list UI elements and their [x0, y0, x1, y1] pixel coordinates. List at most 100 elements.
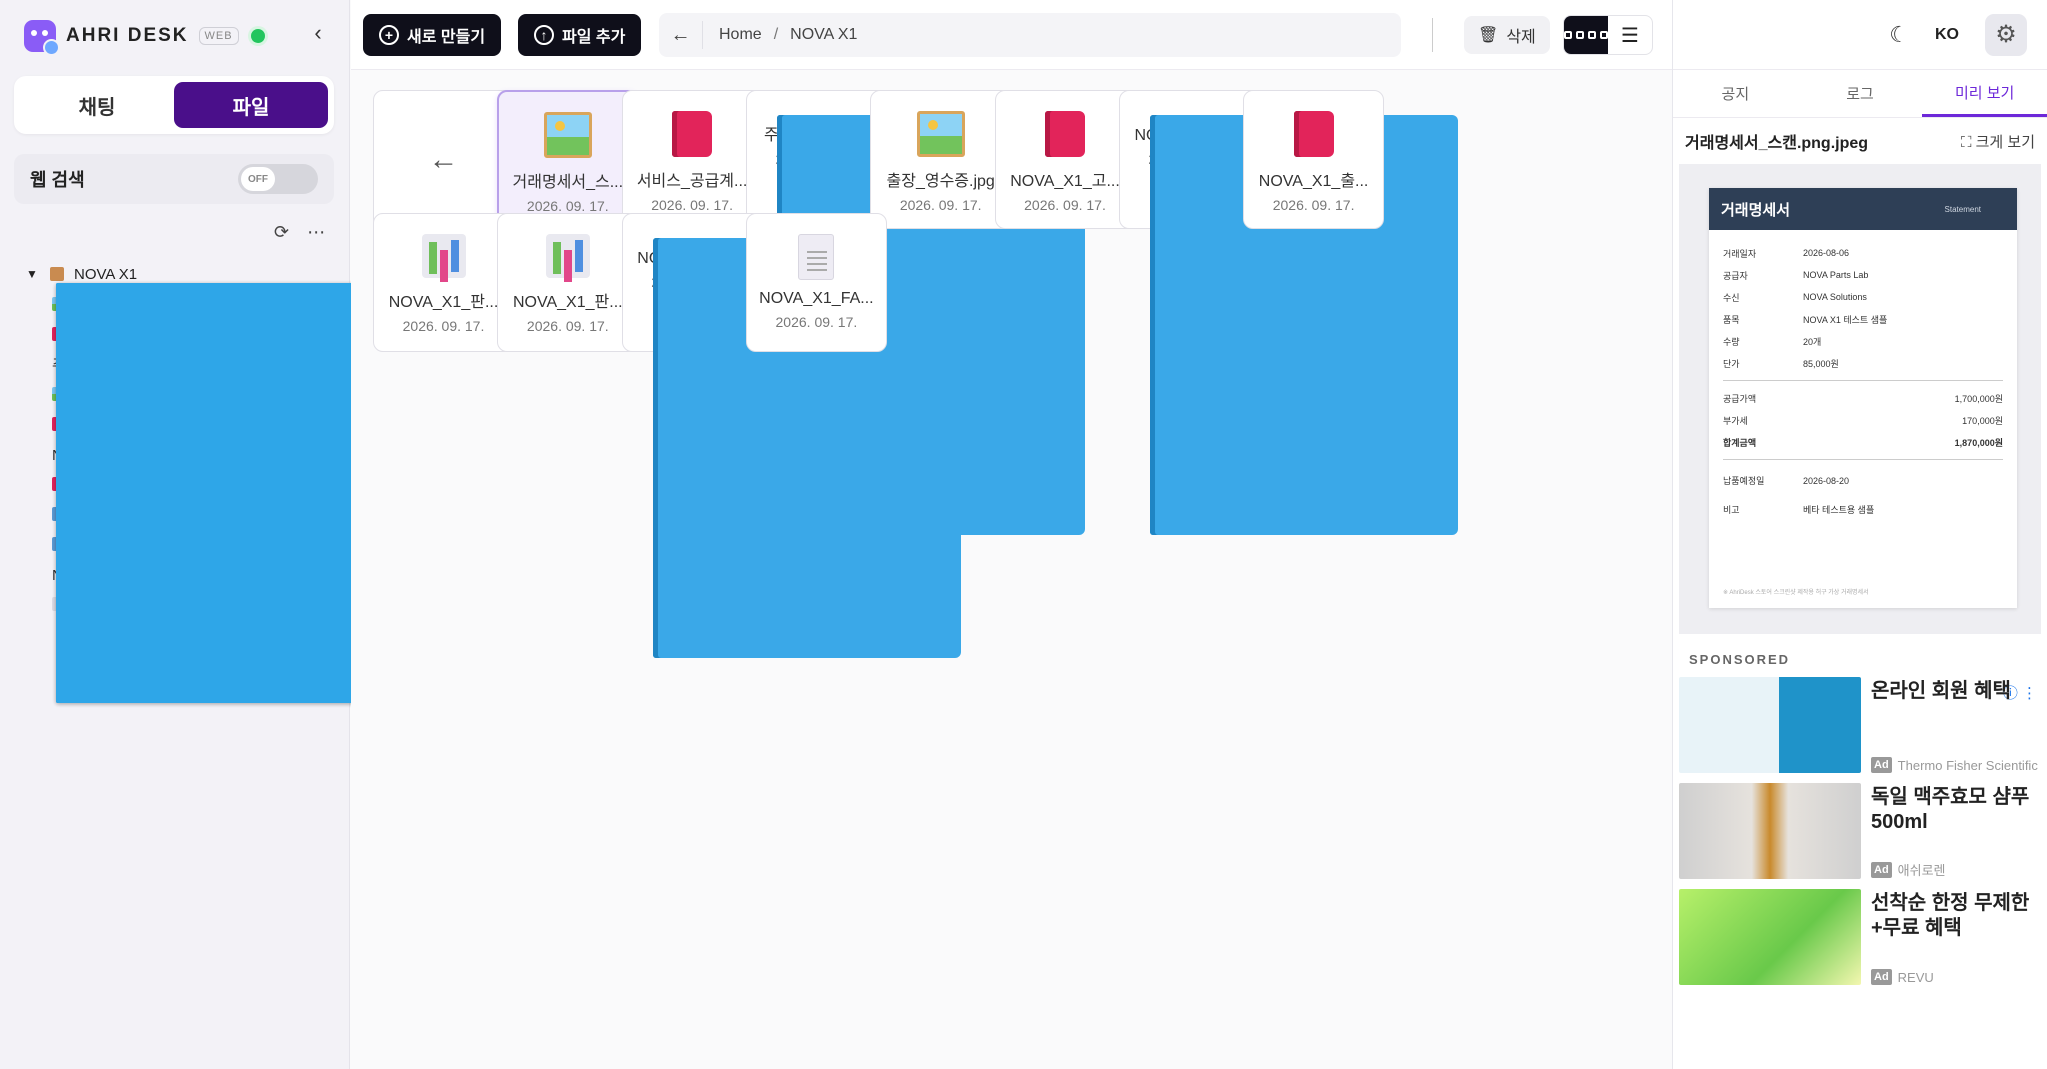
- file-card[interactable]: NOVA_X1_판... 2026. 09. 17.: [497, 213, 639, 352]
- list-view-icon[interactable]: ☰: [1608, 16, 1652, 54]
- ad-source: Ad 애쉬로렌: [1871, 860, 2041, 879]
- file-card[interactable]: NOVA_X1_프...2026. 09. 17.: [621, 213, 961, 658]
- ad-title[interactable]: 독일 맥주효모 샴푸 500ml: [1871, 785, 2041, 835]
- web-search-label: 웹 검색: [30, 170, 85, 190]
- file-card[interactable]: 거래명세서_스... 2026. 09. 17.: [497, 90, 639, 229]
- file-card[interactable]: 주간회의록_2...2026. 09. 17.: [745, 90, 1085, 535]
- ad-title[interactable]: 온라인 회원 혜택: [1871, 679, 2041, 704]
- breadcrumb: ← Home / NOVA X1: [659, 13, 1401, 57]
- back-arrow-icon[interactable]: ←: [659, 21, 703, 49]
- file-tree: ▼ NOVA X1 거래명세서_스캔.png.jpeg서비스_공급계약서.pdf…: [26, 259, 364, 703]
- file-grid: ← 거래명세서_스... 2026. 09. 17. 서비스_공급계... 2026.…: [351, 71, 1672, 1069]
- right-panel: ☾ KO ⚙ 공지 로그 미리 보기 거래명세서_스캔.png.jpeg ⛶ 크…: [1672, 0, 2047, 1069]
- breadcrumb-home[interactable]: Home: [719, 26, 762, 44]
- online-status-icon: [250, 29, 265, 43]
- refresh-icon[interactable]: ⟳: [274, 222, 289, 243]
- file-card-date: 2026. 09. 17.: [402, 318, 485, 334]
- doc-row: 단가 85,000원: [1709, 352, 2017, 374]
- ad-source-name: 애쉬로렌: [1897, 863, 1946, 878]
- doc-subtitle: Statement: [1944, 204, 1981, 214]
- doc-value: 베타 테스트용 샘플: [1803, 505, 1875, 515]
- doc-value: 1,700,000원: [1954, 393, 2003, 404]
- ad-text: 선착순 한정 무제한+무료 혜택 Ad REVU: [1871, 889, 2041, 985]
- new-button-label: 새로 만들기: [407, 29, 486, 46]
- ad-image[interactable]: [1679, 783, 1861, 879]
- doc-value: 20개: [1803, 336, 1822, 347]
- file-card[interactable]: NOVA_X1_FA... 2026. 09. 17.: [745, 213, 887, 352]
- language-button[interactable]: KO: [1935, 26, 1959, 44]
- ad-item[interactable]: 온라인 회원 혜택 Ad Thermo Fisher Scientific: [1679, 677, 2041, 773]
- ad-title[interactable]: 선착순 한정 무제한+무료 혜택: [1871, 891, 2041, 941]
- web-search-toggle[interactable]: OFF: [238, 164, 318, 194]
- file-card[interactable]: NOVA_X1_마...2026. 09. 17.: [1118, 90, 1458, 535]
- back-arrow-icon: ←: [428, 142, 459, 176]
- app-logo-icon: [24, 20, 60, 56]
- xls-file-icon: [421, 234, 466, 278]
- tab-preview[interactable]: 미리 보기: [1922, 70, 2047, 117]
- go-back-card[interactable]: ←: [373, 90, 514, 229]
- sidebar: AHRI DESK WEB ‹ 채팅 파일 웹 검색 OFF ⟳ ⋯ ▼ NOV…: [0, 0, 364, 1069]
- doc-file-icon: [56, 283, 364, 703]
- add-file-label: 파일 추가: [562, 29, 626, 46]
- breadcrumb-current[interactable]: NOVA X1: [790, 26, 857, 44]
- doc-row: 공급가액 1,700,000원: [1709, 387, 2017, 409]
- collapse-sidebar-chevron-left-icon[interactable]: ‹: [306, 22, 330, 46]
- doc-value: NOVA X1 테스트 샘플: [1803, 314, 1888, 325]
- doc-row: 비고 베타 테스트용 샘플: [1709, 495, 2017, 524]
- ad-badge: Ad: [1871, 757, 1892, 773]
- right-tabs: 공지 로그 미리 보기: [1673, 70, 2047, 118]
- doc-key: 수량: [1723, 336, 1740, 347]
- txt-file-icon: [798, 234, 835, 280]
- file-card-name: 거래명세서_스...: [512, 174, 624, 191]
- file-card[interactable]: NOVA_X1_고... 2026. 09. 17.: [994, 90, 1136, 229]
- fullscreen-button[interactable]: ⛶ 크게 보기: [1961, 131, 2035, 152]
- ad-text: 독일 맥주효모 샴푸 500ml Ad 애쉬로렌: [1871, 783, 2041, 879]
- grid-view-icon[interactable]: [1564, 16, 1608, 54]
- gear-icon[interactable]: ⚙: [1985, 13, 2027, 56]
- preview-area: 거래명세서 Statement 거래일자 2026-08-06 공급자 NOVA Pa…: [1679, 164, 2041, 634]
- ad-item[interactable]: 독일 맥주효모 샴푸 500ml Ad 애쉬로렌: [1679, 783, 2041, 879]
- doc-key: 공급가액: [1723, 393, 1757, 404]
- moon-icon[interactable]: ☾: [1889, 22, 1909, 48]
- upload-circle-icon: ↑: [534, 25, 554, 45]
- preview-header: 거래명세서_스캔.png.jpeg ⛶ 크게 보기: [1673, 118, 2047, 164]
- new-button[interactable]: + 새로 만들기: [363, 14, 502, 56]
- file-card[interactable]: NOVA_X1_판... 2026. 09. 17.: [373, 213, 514, 352]
- tab-files[interactable]: 파일: [174, 82, 328, 128]
- fullscreen-label: 크게 보기: [1975, 133, 2035, 151]
- doc-row: 납품예정일 2026-08-20: [1709, 466, 2017, 495]
- file-card-name: 서비스_공급계...: [636, 173, 748, 190]
- more-options-icon[interactable]: ⋯: [307, 222, 325, 243]
- tree-item[interactable]: NOVA_X1_프로젝트_개요.docx: [26, 283, 364, 703]
- delete-button[interactable]: 🗑 삭제: [1464, 16, 1550, 54]
- ad-image[interactable]: [1679, 677, 1861, 773]
- tab-notice[interactable]: 공지: [1673, 70, 1798, 117]
- ad-item[interactable]: 선착순 한정 무제한+무료 혜택 Ad REVU: [1679, 889, 2041, 985]
- file-card-date: 2026. 09. 17.: [651, 197, 733, 213]
- ad-image[interactable]: [1679, 889, 1861, 985]
- doc-title: 거래명세서: [1721, 201, 1791, 219]
- tree-folder-label: NOVA X1: [74, 265, 138, 283]
- caret-down-icon[interactable]: ▼: [26, 267, 46, 281]
- file-card-date: 2026. 09. 17.: [1024, 197, 1106, 213]
- doc-row: 수량 20개: [1709, 330, 2017, 352]
- ad-source-name: REVU: [1897, 969, 1934, 985]
- web-search-row: 웹 검색 OFF: [14, 154, 334, 204]
- divider: [1432, 18, 1433, 52]
- brand-name: AHRI DESK: [66, 25, 189, 46]
- divider: [1723, 380, 2003, 381]
- doc-key: 납품예정일: [1723, 476, 1765, 486]
- file-card[interactable]: 서비스_공급계... 2026. 09. 17.: [621, 90, 763, 229]
- xls-file-icon: [545, 234, 590, 278]
- doc-row: 거래일자 2026-08-06: [1709, 242, 2017, 264]
- file-card[interactable]: 출장_영수증.jpg 2026. 09. 17.: [870, 90, 1012, 229]
- file-card[interactable]: NOVA_X1_출... 2026. 09. 17.: [1243, 90, 1385, 229]
- tree-tools: ⟳ ⋯: [274, 222, 325, 243]
- sponsored-label: SPONSORED: [1689, 652, 1791, 667]
- tab-log[interactable]: 로그: [1798, 70, 1923, 117]
- file-card-date: 2026. 09. 17.: [526, 198, 609, 214]
- doc-row: 합계금액 1,870,000원: [1709, 431, 2017, 453]
- add-file-button[interactable]: ↑ 파일 추가: [518, 14, 642, 56]
- trash-icon: 🗑: [1478, 27, 1499, 44]
- tab-chat[interactable]: 채팅: [20, 82, 174, 128]
